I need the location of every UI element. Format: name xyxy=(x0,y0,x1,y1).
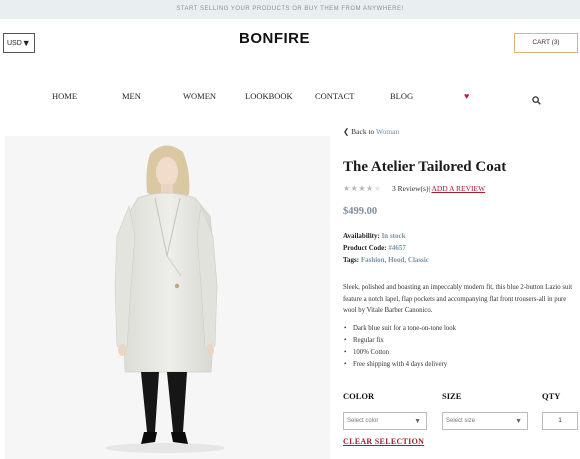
chevron-down-icon: ▼ xyxy=(414,417,421,425)
product-title: The Atelier Tailored Coat xyxy=(343,159,507,175)
size-select-value: Select size xyxy=(446,418,476,424)
list-item: 100% Cotton xyxy=(343,347,456,359)
list-item: Dark blue suit for a tone-on-tone look xyxy=(343,323,456,335)
availability-value: In stock xyxy=(381,232,406,240)
product-price: $499.00 xyxy=(343,206,378,217)
color-select-value: Select color xyxy=(347,418,379,424)
promo-banner: START SELLING YOUR PRODUCTS OR BUY THEM … xyxy=(0,0,580,19)
product-description: Sleek, polished and boasting an impeccab… xyxy=(343,284,573,315)
breadcrumb-prefix: Back to xyxy=(351,127,375,136)
nav-item-men[interactable]: MEN xyxy=(122,91,141,101)
nav-item-blog[interactable]: BLOG xyxy=(390,91,413,101)
feature-list: Dark blue suit for a tone-on-tone look R… xyxy=(343,323,456,371)
cart-button[interactable]: CART (3) xyxy=(514,33,578,53)
tags-label: Tags: xyxy=(343,256,360,264)
product-image[interactable] xyxy=(5,136,330,459)
nav-item-contact[interactable]: CONTACT xyxy=(315,91,354,101)
review-separator: | xyxy=(428,184,430,193)
main-nav: HOME MEN WOMEN LOOKBOOK CONTACT BLOG ♥ xyxy=(0,91,580,105)
add-review-link[interactable]: ADD A REVIEW xyxy=(431,184,485,193)
size-label: SIZE xyxy=(442,391,462,401)
size-select[interactable]: Select size ▼ xyxy=(442,412,528,430)
star-icon: ★ xyxy=(366,184,374,193)
product-code-label: Product Code: xyxy=(343,244,387,252)
reviews-line: 3 Review(s)| ADD A REVIEW xyxy=(392,184,485,193)
list-item: Regular fix xyxy=(343,335,456,347)
heart-icon[interactable]: ♥ xyxy=(464,91,469,101)
product-code-value: #4657 xyxy=(388,244,406,252)
star-icon: ★ xyxy=(358,184,367,193)
nav-item-women[interactable]: WOMEN xyxy=(183,91,216,101)
clear-selection-link[interactable]: CLEAR SELECTION xyxy=(343,437,424,446)
breadcrumb[interactable]: ❮ Back to Woman xyxy=(343,127,399,136)
tags-value[interactable]: Fashion, Hood, Classic xyxy=(361,256,429,264)
site-logo[interactable]: BONFIRE xyxy=(0,30,549,47)
star-icon: ★ xyxy=(373,184,382,193)
nav-item-home[interactable]: HOME xyxy=(52,91,77,101)
chevron-down-icon: ▼ xyxy=(515,417,522,425)
star-icon: ★ xyxy=(343,184,351,193)
chevron-left-icon: ❮ xyxy=(343,127,350,136)
color-select[interactable]: Select color ▼ xyxy=(343,412,427,430)
search-icon[interactable] xyxy=(532,92,541,110)
availability-label: Availability: xyxy=(343,232,380,240)
product-code-row: Product Code: #4657 xyxy=(343,244,406,252)
breadcrumb-link-woman[interactable]: Woman xyxy=(376,127,399,136)
nav-item-lookbook[interactable]: LOOKBOOK xyxy=(245,91,293,101)
review-count[interactable]: 3 Review(s) xyxy=(392,184,428,193)
color-label: COLOR xyxy=(343,391,375,401)
list-item: Free shipping with 4 days delivery xyxy=(343,359,456,371)
quantity-input[interactable]: 1 xyxy=(542,412,578,430)
promo-banner-text: START SELLING YOUR PRODUCTS OR BUY THEM … xyxy=(176,6,404,12)
availability-row: Availability: In stock xyxy=(343,232,406,240)
star-rating: ★★★★★ xyxy=(343,184,381,193)
qty-label: QTY xyxy=(542,391,561,401)
tags-row: Tags: Fashion, Hood, Classic xyxy=(343,256,429,264)
